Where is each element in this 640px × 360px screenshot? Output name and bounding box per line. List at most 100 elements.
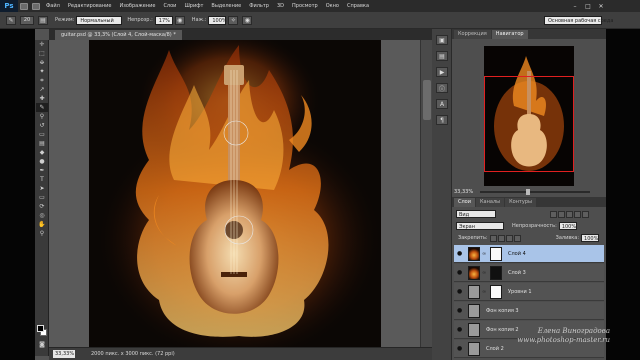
move-tool-icon[interactable]: ✛ <box>36 40 48 49</box>
pressure-size-icon[interactable]: ◉ <box>242 15 253 25</box>
filter-pixel-icon[interactable] <box>550 210 557 218</box>
layer-mask-thumbnail[interactable] <box>490 284 502 299</box>
tab-layers[interactable]: Слои <box>454 198 475 207</box>
menu-file[interactable]: Файл <box>42 0 64 12</box>
canvas[interactable] <box>89 40 381 347</box>
eye-icon[interactable]: ● <box>457 269 465 276</box>
bridge-icon[interactable] <box>20 2 28 10</box>
eye-icon[interactable]: ● <box>457 288 465 295</box>
tab-navigator[interactable]: Навигатор <box>491 30 528 39</box>
lock-position-icon[interactable] <box>505 234 513 242</box>
marquee-tool-icon[interactable]: ⬚ <box>36 49 48 58</box>
hand-tool-icon[interactable]: ✋ <box>36 220 48 229</box>
link-icon[interactable]: ∞ <box>482 251 487 257</box>
minibridge-icon[interactable] <box>32 2 40 10</box>
scroll-thumb[interactable] <box>423 80 431 120</box>
type-tool-icon[interactable]: T <box>36 175 48 184</box>
layer-name[interactable]: Слой 2 <box>486 346 504 352</box>
close-icon[interactable]: ✕ <box>597 2 605 10</box>
navigator-zoom-slider[interactable] <box>480 189 590 195</box>
menu-window[interactable]: Окно <box>322 0 343 12</box>
filter-adjust-icon[interactable] <box>558 210 565 218</box>
eraser-tool-icon[interactable]: ▭ <box>36 130 48 139</box>
menu-layers[interactable]: Слои <box>159 0 180 12</box>
airbrush-icon[interactable]: ✧ <box>228 15 239 25</box>
actions-panel-icon[interactable]: ▶ <box>436 67 448 77</box>
layer-mask-thumbnail[interactable] <box>490 265 502 280</box>
layer-row[interactable]: ● ∞ Слой 3 <box>454 264 604 282</box>
eye-icon[interactable]: ● <box>457 326 465 333</box>
workspace-select[interactable]: Основная рабочая среда <box>544 16 613 25</box>
menu-view[interactable]: Просмотр <box>288 0 322 12</box>
brush-panel-icon[interactable]: ▤ <box>38 15 48 25</box>
layer-name[interactable]: Уровни 1 <box>508 289 532 295</box>
paragraph-panel-icon[interactable]: ¶ <box>436 115 448 125</box>
layer-name[interactable]: Фон копия 3 <box>486 308 519 314</box>
brush-tool-icon[interactable]: ✎ <box>6 15 16 25</box>
lock-pixels-icon[interactable] <box>497 234 505 242</box>
filter-type-icon[interactable] <box>566 210 573 218</box>
menu-help[interactable]: Справка <box>343 0 373 12</box>
navigator-preview[interactable] <box>484 46 574 186</box>
fill-field[interactable]: 100% <box>581 234 600 242</box>
eye-icon[interactable]: ● <box>457 345 465 352</box>
layer-opacity-field[interactable]: 100% <box>558 222 577 230</box>
gradient-tool-icon[interactable]: ▤ <box>36 139 48 148</box>
layer-row[interactable]: ● ∞ Слой 4 <box>454 245 604 263</box>
flow-field[interactable]: 100% <box>208 15 227 25</box>
3d-camera-tool-icon[interactable]: ◎ <box>36 211 48 220</box>
character-panel-icon[interactable]: A <box>436 99 448 109</box>
opacity-field[interactable]: 17% <box>154 15 173 25</box>
link-icon[interactable]: ∞ <box>482 289 487 295</box>
navigator-view-box[interactable] <box>484 76 574 172</box>
document-info[interactable]: 2000 пикс. x 3000 пикс. (72 ppi) <box>91 351 175 357</box>
tab-paths[interactable]: Контуры <box>505 198 536 207</box>
lock-transparent-icon[interactable] <box>489 234 497 242</box>
eyedropper-tool-icon[interactable]: ↗ <box>36 85 48 94</box>
vertical-scrollbar[interactable] <box>420 40 432 347</box>
healing-tool-icon[interactable]: ✚ <box>36 94 48 103</box>
tab-adjustments[interactable]: Коррекция <box>454 30 491 39</box>
brush-size-preview[interactable]: 20 <box>20 15 34 25</box>
path-select-tool-icon[interactable]: ➤ <box>36 184 48 193</box>
filter-smart-icon[interactable] <box>582 210 589 218</box>
mode-select[interactable]: Нормальный <box>76 15 123 25</box>
dodge-tool-icon[interactable]: ● <box>36 157 48 166</box>
blur-tool-icon[interactable]: ◆ <box>36 148 48 157</box>
zoom-tool-icon[interactable]: ⚲ <box>36 229 48 238</box>
eye-icon[interactable]: ● <box>457 307 465 314</box>
pressure-opacity-icon[interactable]: ◉ <box>174 15 185 25</box>
link-icon[interactable]: ∞ <box>482 270 487 276</box>
shape-tool-icon[interactable]: ▭ <box>36 193 48 202</box>
navigator-slider-knob[interactable] <box>526 189 530 195</box>
minimize-icon[interactable]: – <box>571 2 579 10</box>
info-panel-icon[interactable]: ⓘ <box>436 83 448 93</box>
menu-3d[interactable]: 3D <box>273 0 288 12</box>
history-brush-tool-icon[interactable]: ↺ <box>36 121 48 130</box>
menu-edit[interactable]: Редактирование <box>64 0 116 12</box>
blend-mode-select[interactable]: Экран <box>456 222 504 230</box>
layer-name[interactable]: Слой 3 <box>508 270 526 276</box>
maximize-icon[interactable]: □ <box>584 2 592 10</box>
tab-channels[interactable]: Каналы <box>476 198 505 207</box>
menu-image[interactable]: Изображение <box>115 0 159 12</box>
layer-name[interactable]: Слой 4 <box>508 251 526 257</box>
quick-select-tool-icon[interactable]: ✦ <box>36 67 48 76</box>
crop-tool-icon[interactable]: ⌗ <box>36 76 48 85</box>
foreground-color-swatch[interactable] <box>37 325 44 332</box>
filter-shape-icon[interactable] <box>574 210 581 218</box>
pen-tool-icon[interactable]: ✒ <box>36 166 48 175</box>
layer-kind-select[interactable]: Вид <box>456 210 496 218</box>
document-area[interactable] <box>49 40 420 347</box>
clone-stamp-tool-icon[interactable]: ⚲ <box>36 112 48 121</box>
layer-row[interactable]: ● Фон копия 3 <box>454 302 604 320</box>
eye-icon[interactable]: ● <box>457 250 465 257</box>
history-panel-icon[interactable]: ▣ <box>436 35 448 45</box>
document-tab[interactable]: guitar.psd @ 33,3% (Слой 4, Слой-маска/8… <box>55 30 182 40</box>
quick-mask-icon[interactable]: ◙ <box>36 340 48 349</box>
menu-type[interactable]: Шрифт <box>180 0 207 12</box>
properties-panel-icon[interactable]: ▤ <box>436 51 448 61</box>
lasso-tool-icon[interactable]: ꝋ <box>36 58 48 67</box>
menu-select[interactable]: Выделение <box>207 0 245 12</box>
brush-tool-icon[interactable]: ✎ <box>36 103 48 112</box>
